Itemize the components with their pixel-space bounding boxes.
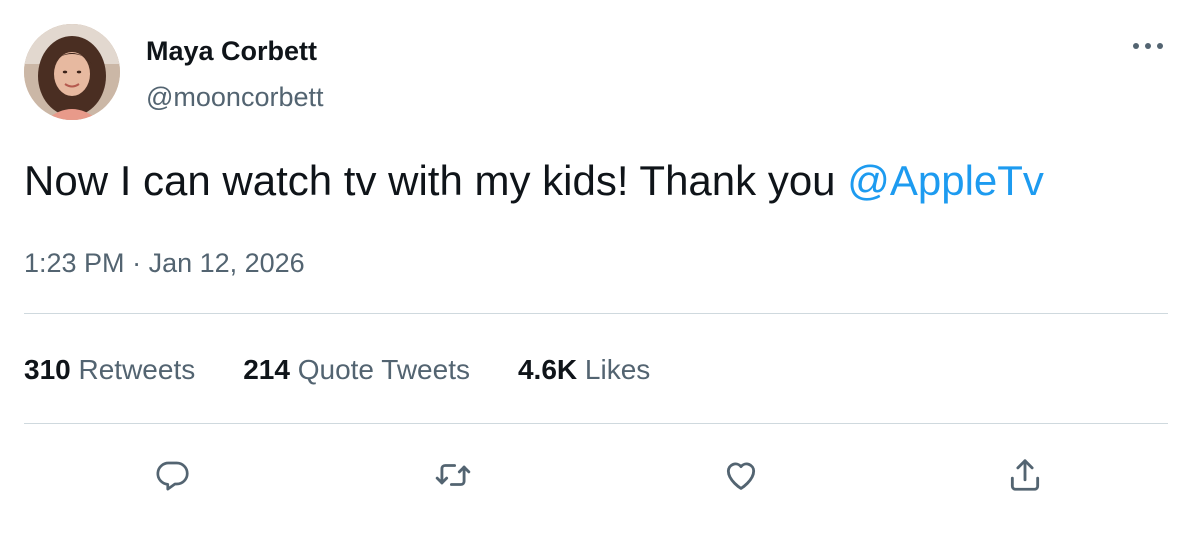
tweet-text: Now I can watch tv with my kids! Thank y…	[24, 155, 1044, 207]
likes-label: Likes	[584, 354, 651, 385]
heart-icon	[726, 462, 756, 490]
divider	[24, 313, 1168, 314]
likes-count: 4.6K	[517, 354, 585, 385]
likes-stat[interactable]: 4.6K Likes	[518, 354, 650, 386]
more-options-icon[interactable]	[1130, 36, 1166, 56]
share-button[interactable]	[1000, 450, 1050, 500]
tweet-time: 1:23 PM	[24, 248, 125, 278]
author-handle[interactable]: @mooncorbett	[146, 82, 324, 113]
like-button[interactable]	[716, 450, 766, 500]
avatar[interactable]	[24, 24, 120, 120]
reply-button[interactable]	[148, 450, 198, 500]
share-icon	[1010, 459, 1040, 491]
reply-icon	[156, 461, 189, 491]
author-name[interactable]: Maya Corbett	[146, 36, 317, 67]
quote-tweets-count: 214	[243, 354, 298, 385]
divider	[24, 423, 1168, 424]
mention-link[interactable]: @AppleTv	[847, 157, 1044, 204]
avatar-photo	[24, 24, 120, 120]
quote-tweets-label: Quote Tweets	[297, 354, 470, 385]
quote-tweets-stat[interactable]: 214 Quote Tweets	[243, 354, 470, 386]
retweet-icon	[435, 464, 471, 486]
tweet-card: Maya Corbett @mooncorbett Now I can watc…	[0, 0, 1192, 546]
retweets-label: Retweets	[78, 354, 196, 385]
timestamp[interactable]: 1:23 PM · Jan 12, 2026	[24, 248, 305, 279]
retweets-count: 310	[24, 354, 79, 385]
retweets-stat[interactable]: 310 Retweets	[24, 354, 195, 386]
tweet-body: Now I can watch tv with my kids! Thank y…	[24, 157, 848, 204]
engagement-stats: 310 Retweets 214 Quote Tweets 4.6K Likes	[24, 354, 650, 386]
tweet-date: Jan 12, 2026	[148, 248, 305, 278]
timestamp-separator: ·	[124, 248, 149, 278]
retweet-button[interactable]	[428, 450, 478, 500]
